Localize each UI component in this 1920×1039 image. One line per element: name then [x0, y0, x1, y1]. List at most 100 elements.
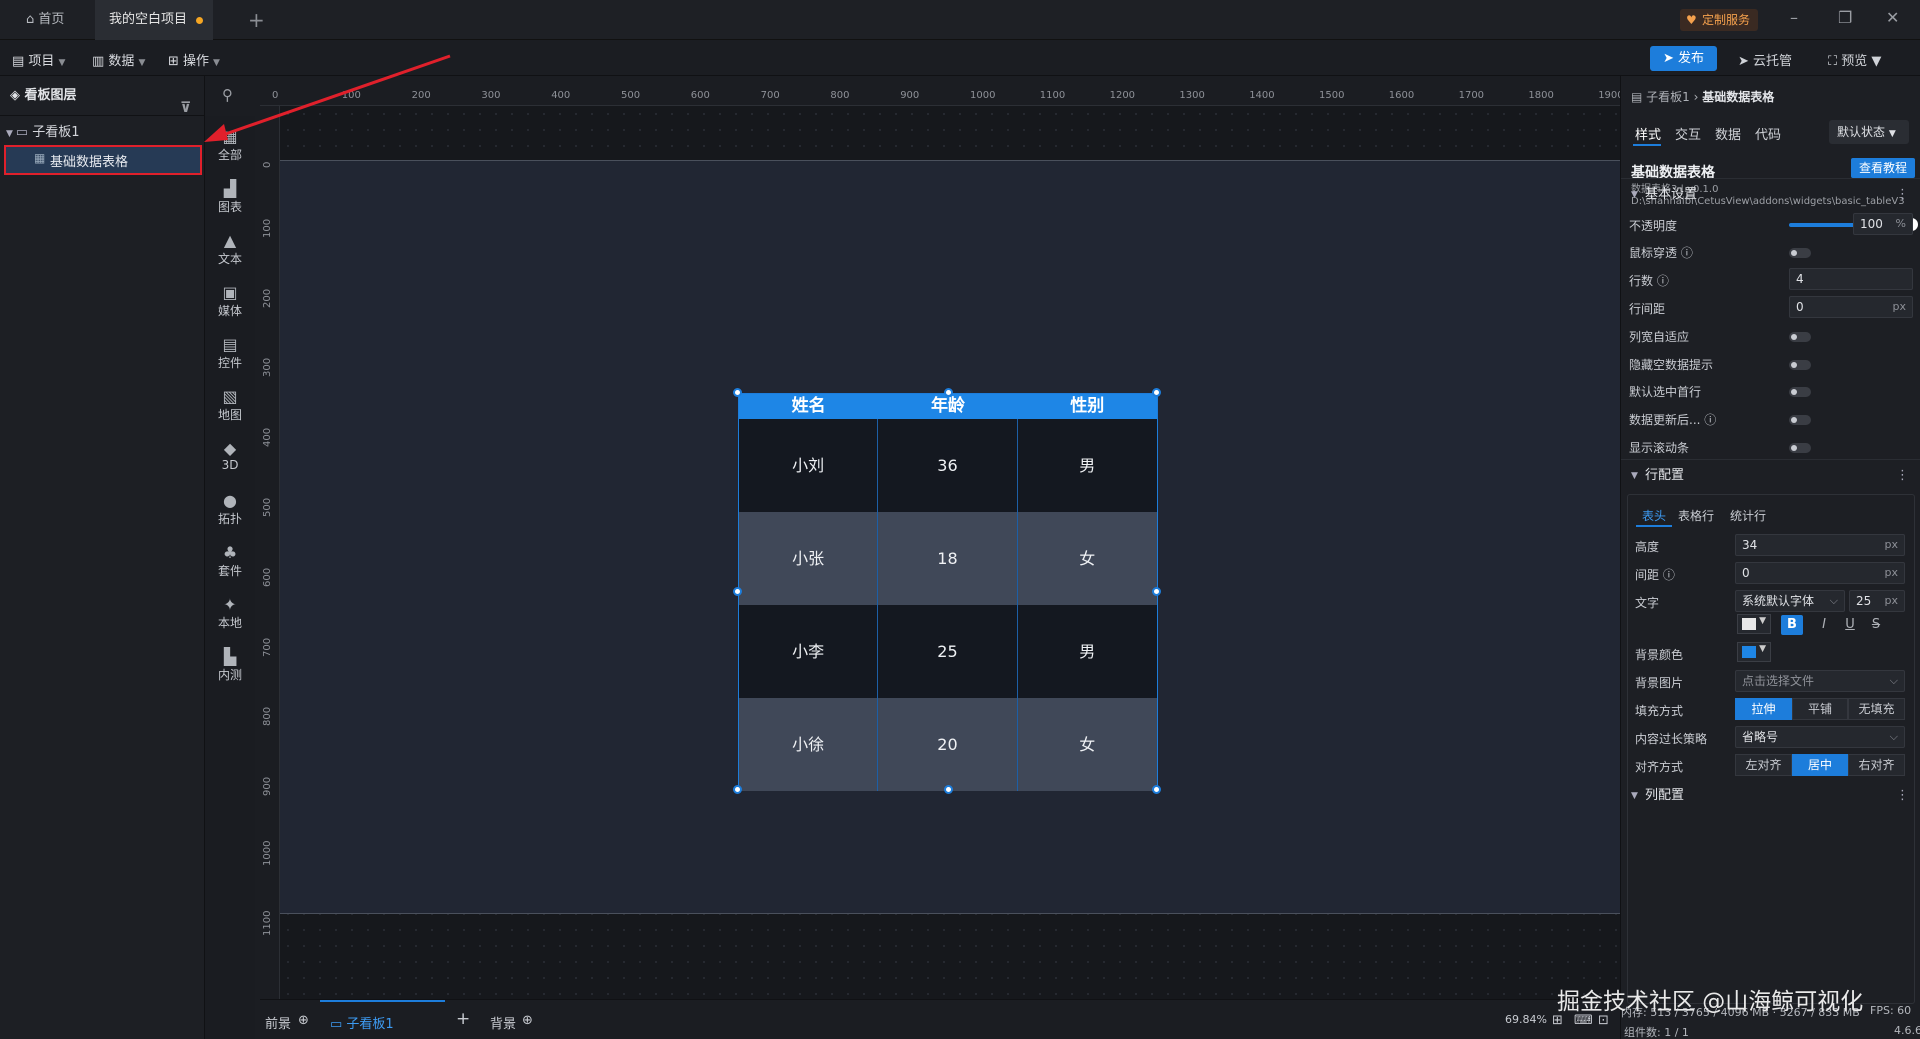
align-right-button[interactable]: 右对齐: [1848, 754, 1905, 776]
col-auto-toggle[interactable]: [1789, 332, 1811, 342]
text-color-picker[interactable]: ▼: [1737, 614, 1771, 634]
restore-icon[interactable]: ❐: [1838, 8, 1852, 27]
rows-input[interactable]: 4: [1789, 268, 1913, 290]
resize-handle[interactable]: [733, 388, 742, 397]
comp-text[interactable]: ▲ 文本: [205, 232, 255, 267]
comp-3d[interactable]: ◆ 3D: [205, 440, 255, 473]
custom-service-button[interactable]: 定制服务: [1680, 9, 1759, 31]
comp-media[interactable]: ▣ 媒体: [205, 284, 255, 319]
row-gap-input[interactable]: 0 px: [1789, 296, 1913, 318]
comp-map[interactable]: ▧ 地图: [205, 388, 255, 423]
ruler-tick-label: 1000: [970, 90, 996, 101]
preview-button[interactable]: ⛶ 预览 ▼: [1828, 50, 1881, 69]
spacing-input[interactable]: 0 px: [1735, 562, 1905, 584]
tab-home[interactable]: ⌂ 首页: [12, 0, 78, 40]
tree-item-selected[interactable]: ▦ 基础数据表格: [4, 145, 202, 175]
foreground-tab[interactable]: 前景: [265, 1013, 291, 1032]
comp-topology[interactable]: ● 拓扑: [205, 492, 255, 527]
fill-none-button[interactable]: 无填充: [1848, 698, 1905, 720]
overflow-label: 内容过长策略: [1635, 732, 1708, 746]
cloud-host-button[interactable]: ➤ 云托管: [1738, 50, 1792, 69]
resize-handle[interactable]: [1152, 388, 1161, 397]
tab-code[interactable]: 代码: [1755, 124, 1781, 143]
align-center-button[interactable]: 居中: [1792, 754, 1848, 776]
caret-down-icon: ▼: [1631, 471, 1638, 481]
data-update-toggle[interactable]: [1789, 415, 1811, 425]
section-basic[interactable]: ▼ 基本设置 ⋮: [1621, 178, 1920, 210]
tutorial-button[interactable]: 查看教程: [1851, 158, 1915, 178]
strikethrough-button[interactable]: S: [1865, 615, 1887, 635]
overflow-select[interactable]: 省略号 ⌵: [1735, 726, 1905, 748]
section-column[interactable]: ▼ 列配置 ⋮: [1621, 780, 1920, 812]
mouse-through-toggle[interactable]: [1789, 248, 1811, 258]
horizontal-ruler: 0 100 200 300 400 500 600 700 800 900 1000 1100 1200…: [260, 76, 1624, 106]
filter-icon[interactable]: ⊽: [180, 88, 191, 128]
fill-stretch-button[interactable]: 拉伸: [1735, 698, 1792, 720]
menu-data[interactable]: ▥ 数据 ▼: [92, 50, 145, 69]
align-left-button[interactable]: 左对齐: [1735, 754, 1792, 776]
ruler-tick-label: 600: [262, 567, 273, 587]
show-scroll-toggle[interactable]: [1789, 443, 1811, 453]
font-select[interactable]: 系统默认字体 ⌵: [1735, 590, 1845, 612]
menu-project[interactable]: ▤ 项目 ▼: [12, 50, 65, 69]
table-row[interactable]: 小李 25 男: [739, 605, 1157, 698]
more-icon[interactable]: ⋮: [1896, 460, 1909, 492]
comp-control[interactable]: ▤ 控件: [205, 336, 255, 371]
comp-local[interactable]: ✦ 本地: [205, 596, 255, 631]
resize-handle[interactable]: [733, 587, 742, 596]
subtab-header[interactable]: 表头: [1642, 507, 1666, 524]
basic-data-table[interactable]: 姓名 年龄 性别 小刘 36 男 小张 18 女 小李 25 男 小徐 20 女: [733, 388, 1161, 794]
subtab-table-row[interactable]: 表格行: [1678, 507, 1714, 524]
add-tab-icon[interactable]: +: [248, 8, 265, 32]
select-first-toggle[interactable]: [1789, 387, 1811, 397]
more-icon[interactable]: ⋮: [1896, 179, 1909, 211]
minimize-icon[interactable]: –: [1790, 8, 1798, 27]
tab-style[interactable]: 样式: [1635, 124, 1661, 143]
caret-down-icon: ▼: [6, 129, 16, 139]
tab-project[interactable]: 我的空白项目: [95, 0, 214, 40]
underline-button[interactable]: U: [1839, 615, 1861, 635]
section-row[interactable]: ▼ 行配置 ⋮: [1621, 459, 1920, 491]
resize-handle[interactable]: [733, 785, 742, 794]
background-tab[interactable]: 背景: [490, 1013, 516, 1032]
opacity-input[interactable]: 100%: [1853, 213, 1913, 235]
tree-board[interactable]: ▼ ▭ 子看板1: [6, 120, 80, 146]
font-size-input[interactable]: 25 px: [1849, 590, 1905, 612]
more-icon[interactable]: ⋮: [1896, 780, 1909, 812]
bold-button[interactable]: B: [1781, 615, 1803, 635]
artboard[interactable]: 姓名 年龄 性别 小刘 36 男 小张 18 女 小李 25 男 小徐 20 女: [280, 160, 1620, 914]
comp-kit[interactable]: ♣ 套件: [205, 544, 255, 579]
fill-tile-button[interactable]: 平铺: [1792, 698, 1848, 720]
canvas-workspace[interactable]: 姓名 年龄 性别 小刘 36 男 小张 18 女 小李 25 男 小徐 20 女: [280, 106, 1620, 999]
comp-beta[interactable]: ▙ 内测: [205, 648, 255, 683]
table-row[interactable]: 小张 18 女: [739, 512, 1157, 605]
caret-down-icon: ▼: [1759, 616, 1766, 626]
board-tab[interactable]: ▭ 子看板1: [330, 1013, 394, 1032]
zoom-level[interactable]: 69.84%: [1505, 1013, 1547, 1026]
add-board-icon[interactable]: +: [456, 1009, 470, 1029]
italic-button[interactable]: I: [1813, 615, 1835, 635]
add-background-icon[interactable]: ⊕: [522, 1013, 533, 1028]
subtab-stat-row[interactable]: 统计行: [1730, 507, 1766, 524]
tab-interaction[interactable]: 交互: [1675, 124, 1701, 143]
tree-item-label: 基础数据表格: [50, 155, 129, 170]
hide-empty-label: 隐藏空数据提示: [1629, 358, 1714, 372]
bg-color-picker[interactable]: ▼: [1737, 642, 1771, 662]
table-row[interactable]: 小徐 20 女: [739, 698, 1157, 791]
close-icon[interactable]: ✕: [1886, 8, 1899, 27]
table-row[interactable]: 小刘 36 男: [739, 419, 1157, 512]
comp-chart[interactable]: ▟ 图表: [205, 180, 255, 215]
bg-image-picker[interactable]: 点击选择文件 ⌵: [1735, 670, 1905, 692]
resize-handle[interactable]: [944, 785, 953, 794]
tab-data[interactable]: 数据: [1715, 124, 1741, 143]
height-input[interactable]: 34 px: [1735, 534, 1905, 556]
publish-button[interactable]: ➤ 发布: [1650, 46, 1717, 71]
add-foreground-icon[interactable]: ⊕: [298, 1013, 309, 1028]
ruler-tick-label: 1400: [1249, 90, 1275, 101]
help-icon: ⓘ: [1704, 413, 1717, 427]
hide-empty-toggle[interactable]: [1789, 360, 1811, 370]
resize-handle[interactable]: [1152, 785, 1161, 794]
state-select[interactable]: 默认状态 ▼: [1829, 120, 1909, 144]
resize-handle[interactable]: [944, 388, 953, 397]
resize-handle[interactable]: [1152, 587, 1161, 596]
